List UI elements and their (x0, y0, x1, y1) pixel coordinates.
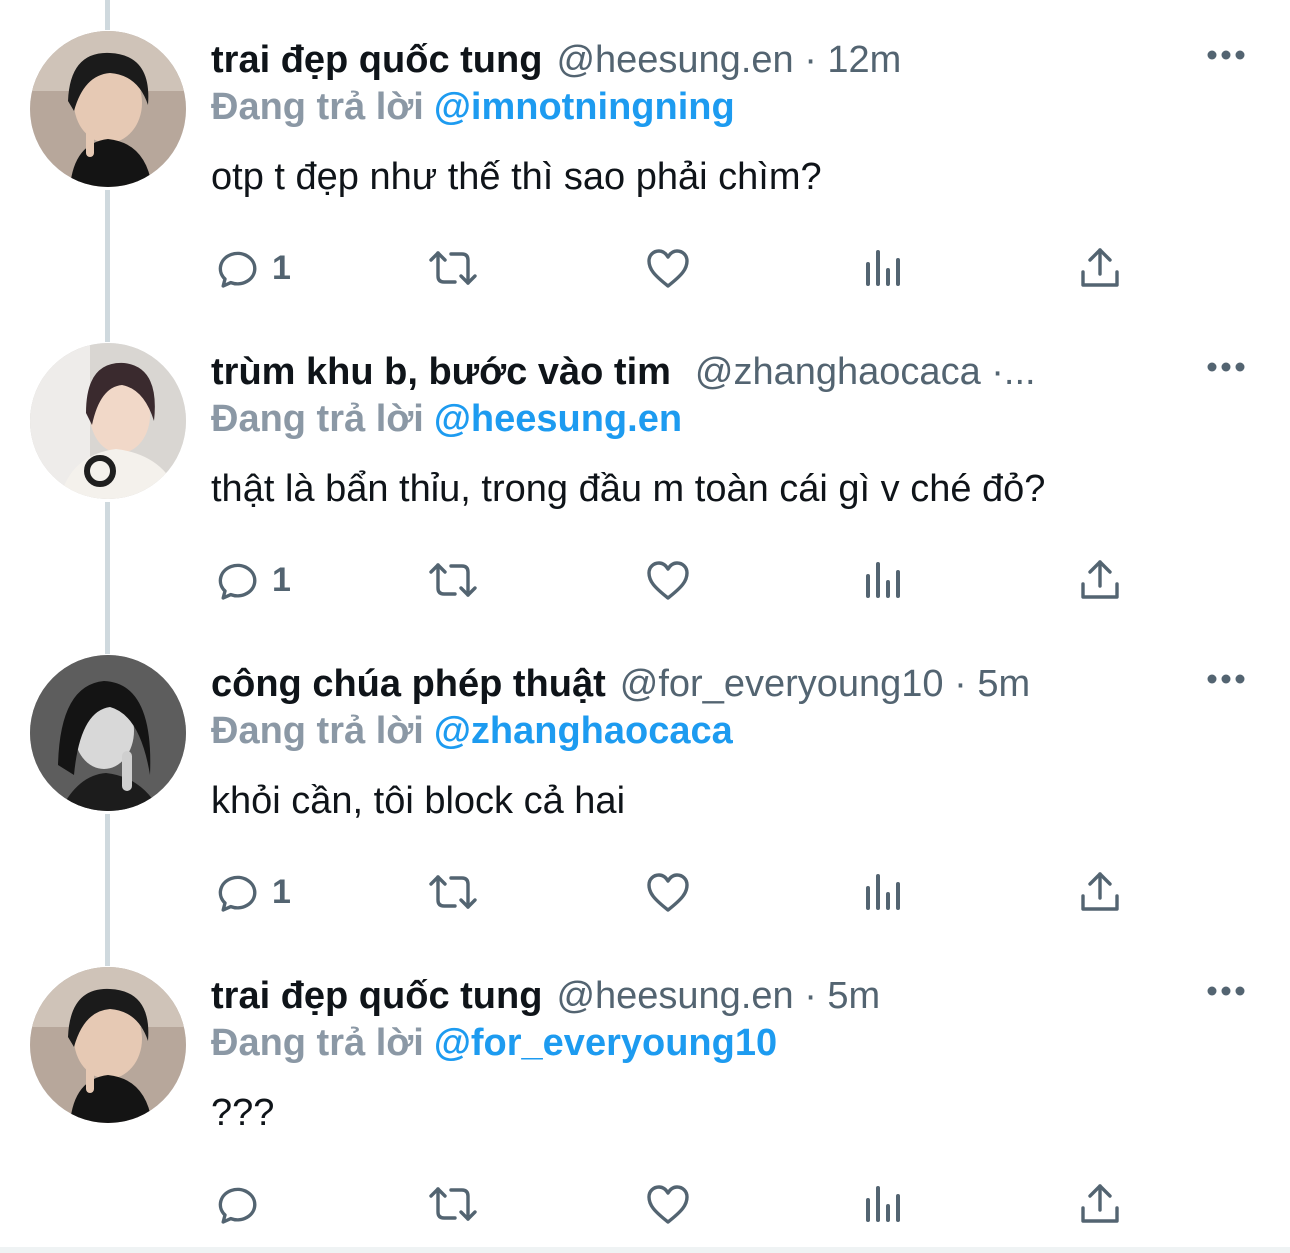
retweet-button[interactable] (426, 1178, 480, 1230)
more-icon[interactable] (1206, 48, 1246, 62)
reply-icon (218, 251, 257, 288)
replying-to-label: Đang trả lời (211, 398, 424, 440)
share-icon (1081, 248, 1119, 287)
reply-button[interactable]: 1 (214, 242, 291, 294)
avatar[interactable] (30, 655, 186, 811)
replying-to-label: Đang trả lời (211, 1022, 424, 1064)
replying-to: Đang trả lời @zhanghaocaca (211, 710, 733, 753)
reply-icon (218, 563, 257, 600)
replying-to-label: Đang trả lời (211, 86, 424, 128)
share-button[interactable] (1076, 554, 1124, 606)
display-name[interactable]: trai đẹp quốc tung (211, 975, 542, 1018)
views-button[interactable] (862, 242, 910, 294)
reply-button[interactable] (214, 1178, 272, 1230)
like-button[interactable] (644, 242, 692, 294)
reply-icon (218, 875, 257, 912)
action-bar (0, 1178, 1290, 1230)
action-bar: 1 (0, 866, 1290, 918)
tweet[interactable]: trùm khu b, bước vào tim @zhanghaocaca ·… (0, 312, 1290, 624)
replying-to-handle[interactable]: @heesung.en (434, 398, 682, 440)
share-icon (1081, 872, 1119, 911)
reply-button[interactable]: 1 (214, 554, 291, 606)
handle-and-time[interactable]: @heesung.en · 12m (556, 39, 1250, 82)
reply-count: 1 (272, 872, 291, 911)
views-icon (866, 874, 900, 910)
retweet-icon (429, 563, 477, 597)
retweet-button[interactable] (426, 242, 480, 294)
tweet[interactable]: công chúa phép thuật @for_everyoung10 · … (0, 624, 1290, 936)
display-name[interactable]: trùm khu b, bước vào tim (211, 351, 671, 394)
views-button[interactable] (862, 866, 910, 918)
like-button[interactable] (644, 554, 692, 606)
views-button[interactable] (862, 554, 910, 606)
tweet[interactable]: trai đẹp quốc tung @heesung.en · 12m Đan… (0, 0, 1290, 312)
replying-to: Đang trả lời @heesung.en (211, 398, 682, 441)
handle-and-time[interactable]: @zhanghaocaca ·... (695, 351, 1036, 394)
views-button[interactable] (862, 1178, 910, 1230)
action-bar: 1 (0, 242, 1290, 294)
like-button[interactable] (644, 866, 692, 918)
divider (0, 1247, 1290, 1253)
tweet-text: khỏi cần, tôi block cả hai (211, 780, 626, 822)
retweet-icon (429, 875, 477, 909)
retweet-button[interactable] (426, 554, 480, 606)
tweet[interactable]: trai đẹp quốc tung @heesung.en · 5m Đang… (0, 936, 1290, 1248)
views-icon (866, 250, 900, 286)
replying-to-handle[interactable]: @for_everyoung10 (434, 1022, 777, 1064)
replying-to-handle[interactable]: @zhanghaocaca (434, 710, 733, 752)
avatar[interactable] (30, 967, 186, 1123)
action-bar: 1 (0, 554, 1290, 606)
replying-to: Đang trả lời @imnotningning (211, 86, 735, 129)
avatar[interactable] (30, 31, 186, 187)
more-icon[interactable] (1206, 672, 1246, 686)
like-icon (647, 873, 689, 912)
replying-to: Đang trả lời @for_everyoung10 (211, 1022, 777, 1065)
more-icon[interactable] (1206, 360, 1246, 374)
share-button[interactable] (1076, 1178, 1124, 1230)
tweet-text: otp t đẹp như thế thì sao phải chìm? (211, 156, 822, 198)
display-name[interactable]: công chúa phép thuật (211, 663, 606, 706)
handle-and-time[interactable]: @heesung.en · 5m (556, 975, 1250, 1018)
replying-to-label: Đang trả lời (211, 710, 424, 752)
reply-count: 1 (272, 248, 291, 287)
like-icon (647, 1185, 689, 1224)
retweet-icon (429, 251, 477, 285)
share-icon (1081, 1184, 1119, 1223)
like-icon (647, 249, 689, 288)
views-icon (866, 1186, 900, 1222)
share-button[interactable] (1076, 242, 1124, 294)
retweet-icon (429, 1187, 477, 1221)
share-icon (1081, 560, 1119, 599)
retweet-button[interactable] (426, 866, 480, 918)
like-button[interactable] (644, 1178, 692, 1230)
avatar[interactable] (30, 343, 186, 499)
reply-icon (218, 1187, 257, 1224)
share-button[interactable] (1076, 866, 1124, 918)
tweet-text: ??? (211, 1092, 275, 1134)
tweet-text: thật là bẩn thỉu, trong đầu m toàn cái g… (211, 468, 1046, 510)
display-name[interactable]: trai đẹp quốc tung (211, 39, 542, 82)
handle-and-time[interactable]: @for_everyoung10 · 5m (620, 663, 1250, 706)
reply-count: 1 (272, 560, 291, 599)
like-icon (647, 561, 689, 600)
reply-button[interactable]: 1 (214, 866, 291, 918)
replying-to-handle[interactable]: @imnotningning (434, 86, 735, 128)
more-icon[interactable] (1206, 984, 1246, 998)
views-icon (866, 562, 900, 598)
